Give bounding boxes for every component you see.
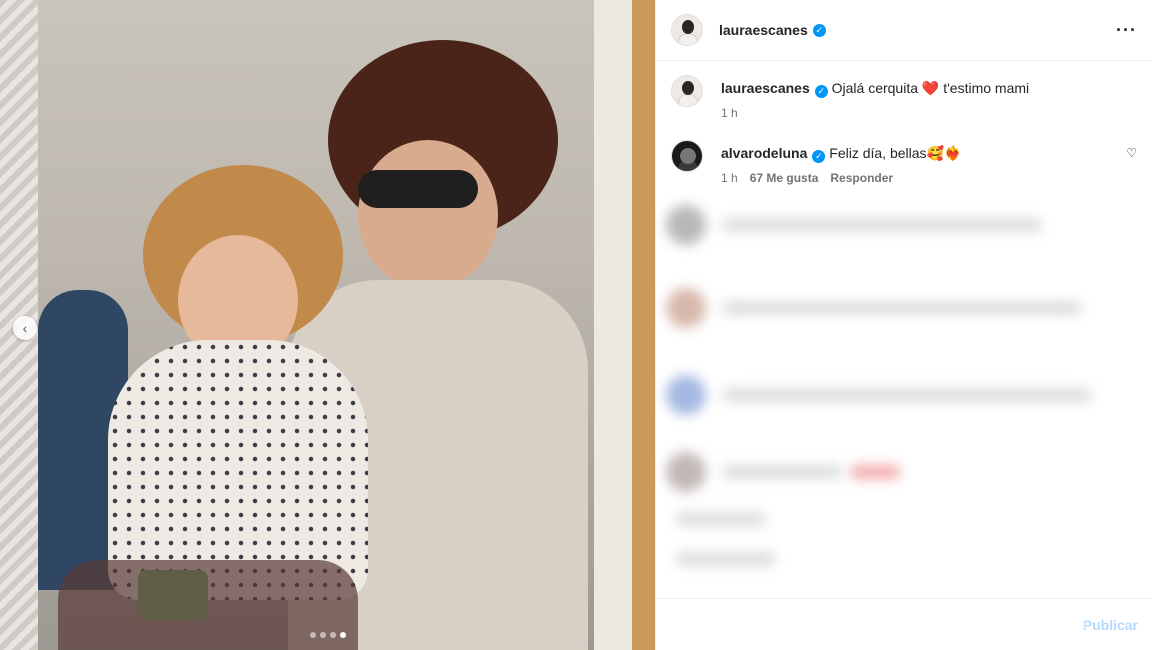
post-media[interactable]: ‹ xyxy=(0,0,655,650)
face-shape xyxy=(358,140,498,290)
caption-text-line: lauraescanes ✓ Ojalá cerquita ❤️ t'estimo… xyxy=(721,79,1137,98)
verified-badge-icon: ✓ xyxy=(812,150,826,163)
carousel-dot xyxy=(310,632,316,638)
carousel-prev-button[interactable]: ‹ xyxy=(13,316,37,340)
blurred-likes xyxy=(666,552,776,566)
sunglasses-shape xyxy=(358,170,478,208)
blurred-comment xyxy=(666,452,900,492)
comment: alvarodeluna ✓ Feliz día, bellas🥰❤️‍🔥 1 h… xyxy=(656,140,1152,185)
blurred-actions xyxy=(666,512,766,526)
comment-meta: 1 h 67 Me gusta Responder xyxy=(721,171,1118,185)
chevron-left-icon: ‹ xyxy=(22,320,28,336)
author-username[interactable]: lauraescanes xyxy=(719,22,808,38)
caption-text: Ojalá cerquita ❤️ t'estimo mami xyxy=(831,80,1030,96)
commenter-username[interactable]: alvarodeluna xyxy=(721,145,807,161)
comment-time[interactable]: 1 h xyxy=(721,171,738,185)
heart-icon[interactable]: ♡ xyxy=(1126,146,1137,185)
blurred-comment xyxy=(666,288,1082,328)
blurred-comment xyxy=(666,375,1092,415)
comment-text-line: alvarodeluna ✓ Feliz día, bellas🥰❤️‍🔥 xyxy=(721,144,1118,163)
author-avatar[interactable] xyxy=(671,14,703,46)
post-photo xyxy=(38,0,594,650)
commenter-avatar[interactable] xyxy=(671,140,703,172)
reply-button[interactable]: Responder xyxy=(830,171,893,185)
instagram-post-view: ‹ lauraescanes ✓ ··· lauraescanes ✓ Ojal… xyxy=(0,0,1152,650)
blurred-comment xyxy=(666,205,1042,245)
caption: lauraescanes ✓ Ojalá cerquita ❤️ t'estimo… xyxy=(656,75,1152,120)
carousel-indicators xyxy=(310,632,346,638)
post-header: lauraescanes ✓ ··· xyxy=(656,0,1152,61)
comment-text: Feliz día, bellas🥰❤️‍🔥 xyxy=(829,145,962,161)
publish-button[interactable]: Publicar xyxy=(1083,617,1138,633)
cork-edge xyxy=(632,0,655,650)
carousel-dot-active xyxy=(340,632,346,638)
comment-likes[interactable]: 67 Me gusta xyxy=(750,171,819,185)
carousel-dot xyxy=(330,632,336,638)
verified-badge-icon: ✓ xyxy=(814,85,828,98)
comment-input[interactable] xyxy=(671,616,1083,633)
carousel-dot xyxy=(320,632,326,638)
caption-author-username[interactable]: lauraescanes xyxy=(721,80,810,96)
verified-badge-icon: ✓ xyxy=(812,23,826,37)
caption-author-avatar[interactable] xyxy=(671,75,703,107)
caption-time[interactable]: 1 h xyxy=(721,106,738,120)
post-side-panel: lauraescanes ✓ ··· lauraescanes ✓ Ojalá c… xyxy=(655,0,1152,650)
comment-composer: Publicar xyxy=(656,598,1152,650)
more-options-icon[interactable]: ··· xyxy=(1116,20,1137,41)
caption-meta: 1 h xyxy=(721,106,1137,120)
album-sleeve-edge xyxy=(594,0,632,650)
